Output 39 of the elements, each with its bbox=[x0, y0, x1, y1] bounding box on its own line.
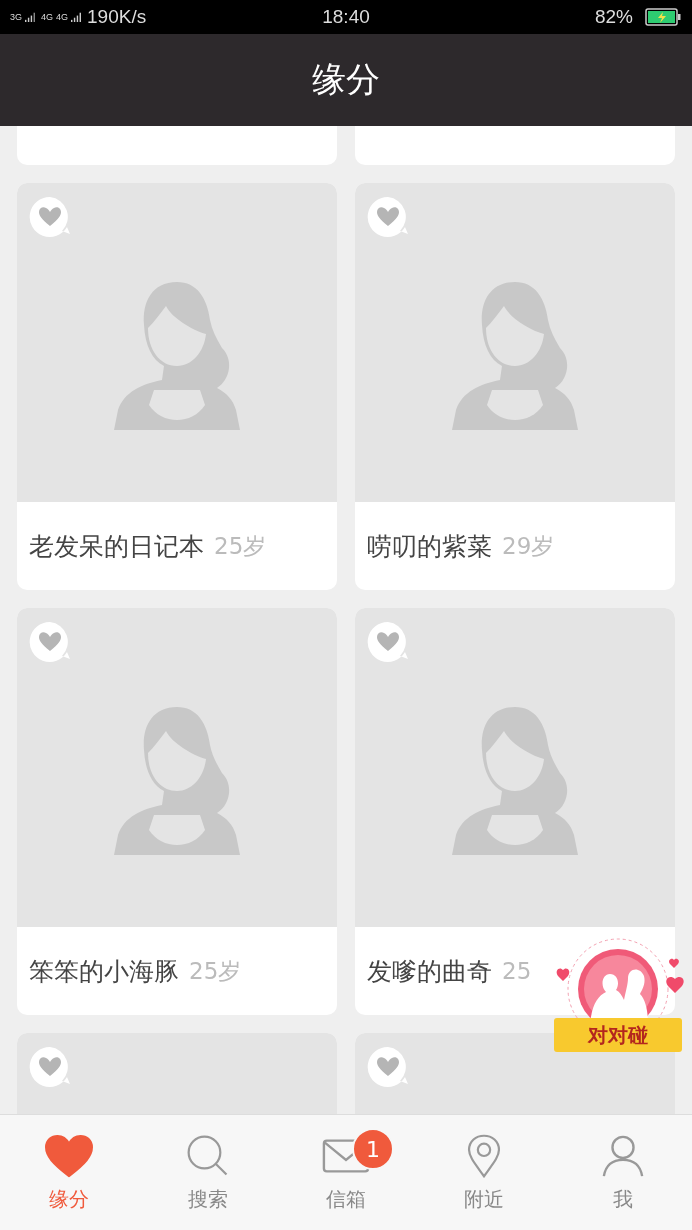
unread-count: 1 bbox=[352, 1128, 394, 1170]
like-icon[interactable] bbox=[367, 621, 409, 663]
profile-name: 唠叨的紫菜 bbox=[367, 530, 492, 563]
nav-tab[interactable]: 1 信箱 bbox=[276, 1115, 416, 1230]
nav-tab[interactable]: 我 bbox=[553, 1115, 692, 1230]
network-label: 4G bbox=[56, 12, 69, 22]
battery-icon bbox=[644, 7, 682, 27]
profile-age: 29岁 bbox=[502, 531, 555, 561]
network-speed: 190K/s bbox=[87, 6, 147, 28]
like-icon[interactable] bbox=[367, 1046, 409, 1088]
avatar-silhouette-icon bbox=[112, 279, 242, 430]
badge-label: 对对碰 bbox=[554, 1018, 682, 1052]
network-label: 4G bbox=[41, 12, 54, 22]
profile-card[interactable] bbox=[17, 1033, 337, 1114]
profile-card[interactable]: 老发呆的日记本 25岁 bbox=[17, 183, 337, 590]
profile-card[interactable]: 笨笨的小海豚 25岁 bbox=[17, 608, 337, 1015]
profile-card[interactable]: 唠叨的紫菜 29岁 bbox=[355, 183, 675, 590]
profile-card[interactable]: 发嗲的曲奇 25 bbox=[355, 608, 675, 1015]
nav-tab[interactable]: 附近 bbox=[415, 1115, 554, 1230]
profile-age: 25岁 bbox=[214, 531, 267, 561]
nav-tab[interactable]: 缘分 bbox=[0, 1115, 139, 1230]
like-icon[interactable] bbox=[29, 621, 71, 663]
avatar-silhouette-icon bbox=[450, 279, 580, 430]
profile-age: 25 bbox=[502, 958, 532, 984]
page-title: 缘分 bbox=[312, 58, 380, 101]
network-label: 3G bbox=[10, 12, 22, 22]
heart-icon bbox=[45, 1134, 94, 1178]
profile-name: 发嗲的曲奇 bbox=[367, 955, 492, 988]
like-icon[interactable] bbox=[29, 1046, 71, 1088]
clock: 18:40 bbox=[322, 6, 370, 28]
like-icon[interactable] bbox=[29, 196, 71, 238]
avatar-silhouette-icon bbox=[450, 704, 580, 855]
like-icon[interactable] bbox=[367, 196, 409, 238]
profile-age: 25岁 bbox=[189, 956, 242, 986]
avatar-silhouette-icon bbox=[112, 704, 242, 855]
battery-percent: 82% bbox=[594, 6, 633, 28]
profile-name: 老发呆的日记本 bbox=[29, 530, 204, 563]
profile-name: 笨笨的小海豚 bbox=[29, 955, 179, 988]
nav-tab[interactable]: 搜索 bbox=[138, 1115, 277, 1230]
